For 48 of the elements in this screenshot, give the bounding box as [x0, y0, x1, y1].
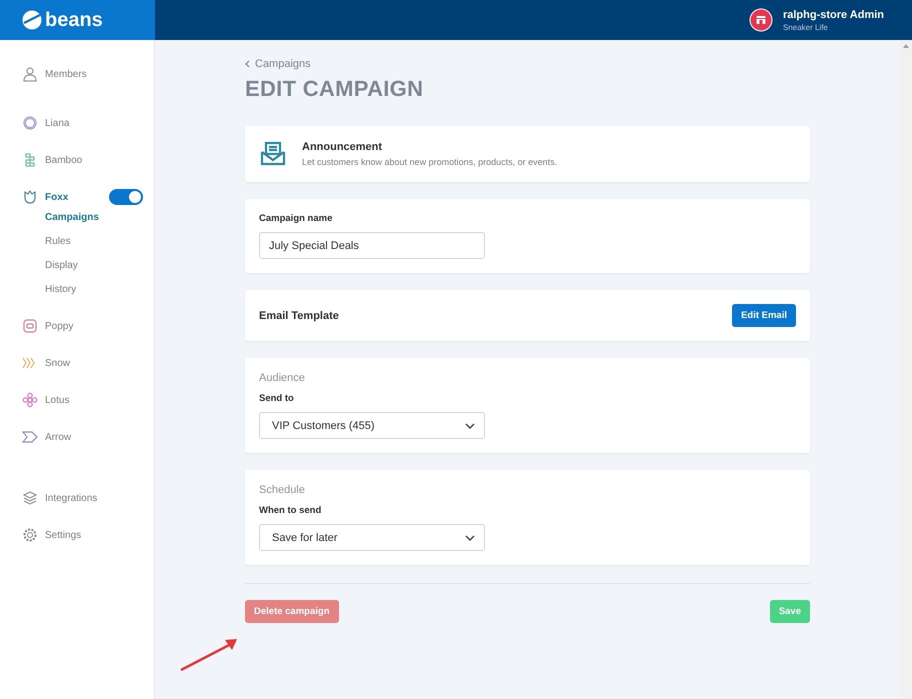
tulip-icon — [22, 189, 38, 205]
toggle-switch[interactable] — [109, 189, 143, 205]
sidebar-item[interactable]: Snow — [45, 358, 70, 368]
sidebar-item[interactable]: Members — [45, 68, 87, 80]
logo-text: beans — [45, 8, 103, 32]
sidebar-subitem[interactable]: Rules — [45, 235, 154, 249]
person-icon — [22, 66, 38, 82]
chevron-down-icon — [465, 534, 475, 540]
gear-icon — [22, 527, 38, 543]
poppy-icon — [22, 318, 38, 334]
field-label: Send to — [259, 393, 295, 404]
sidebar-item[interactable]: Arrow — [45, 432, 72, 442]
ring-icon — [22, 115, 38, 131]
scrollbar[interactable] — [900, 40, 912, 699]
sidebar-item[interactable]: Integrations — [45, 492, 98, 504]
field-label: When to send — [259, 505, 322, 516]
chevron-left-icon — [245, 60, 250, 68]
chevron-down-icon — [465, 422, 475, 428]
sidebar-item[interactable]: Poppy — [45, 320, 74, 332]
layers-icon — [22, 490, 38, 506]
page-title: EDIT CAMPAIGN — [245, 76, 424, 102]
sidebar-item[interactable]: Liana — [45, 118, 70, 128]
sidebar-item[interactable]: Foxx — [45, 192, 68, 202]
campaign-type-title: Announcement — [302, 141, 384, 153]
section-heading: Audience — [259, 372, 306, 384]
campaign-type-description: Let customers know about new promotions, products, or events. — [302, 157, 558, 167]
edit-email-button[interactable]: Edit Email — [732, 304, 796, 327]
store-subtitle: Sneaker Life — [782, 22, 829, 32]
when-to-send-dropdown[interactable]: Save for later — [259, 524, 485, 551]
back-link[interactable]: Campaigns — [255, 58, 311, 70]
field-label: Campaign name — [259, 213, 334, 224]
arrow-icon — [22, 429, 38, 445]
sidebar-item[interactable]: Bamboo — [45, 154, 82, 166]
flower-icon — [22, 392, 38, 408]
logo-icon — [22, 10, 42, 30]
sidebar-subitem[interactable]: Campaigns — [45, 211, 154, 225]
email-template-title: Email Template — [259, 310, 339, 322]
store-name: ralphg-store Admin — [782, 8, 884, 20]
section-heading: Schedule — [259, 484, 306, 496]
sidebar-subitem[interactable]: History — [45, 283, 154, 297]
sidebar-item[interactable]: Lotus — [45, 394, 70, 406]
delete-campaign-button[interactable]: Delete campaign — [245, 600, 338, 623]
store-icon[interactable] — [748, 8, 773, 32]
sidebar-item[interactable]: Settings — [45, 530, 82, 540]
campaign-name-field[interactable]: July Special Deals — [259, 232, 485, 259]
envelope-icon — [259, 140, 287, 168]
sidebar-subitem[interactable]: Display — [45, 259, 154, 273]
send-to-dropdown[interactable]: VIP Customers (455) — [259, 412, 485, 439]
